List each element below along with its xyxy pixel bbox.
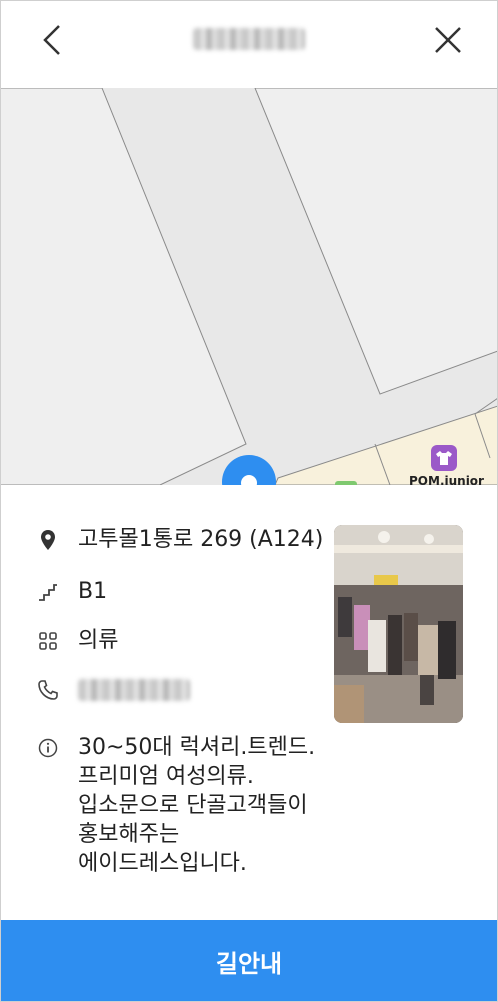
info-icon — [36, 736, 60, 760]
store-tshirt-icon[interactable] — [431, 445, 457, 471]
map-block-right — [254, 88, 498, 395]
redacted-phone[interactable] — [78, 679, 190, 701]
header-bar — [0, 0, 498, 88]
phone-row[interactable] — [36, 675, 190, 702]
store-name-title — [0, 28, 498, 56]
stairs-icon — [36, 580, 60, 604]
pin-center-dot — [241, 475, 257, 485]
address-text: 고투몰1통로 269 (A124) — [78, 527, 324, 552]
indoor-map[interactable]: POM.junior — [0, 88, 498, 485]
phone-icon — [36, 678, 60, 702]
address-row: 고투몰1통로 269 (A124) — [36, 525, 323, 555]
floor-row: B1 — [36, 577, 107, 607]
floor-text: B1 — [78, 579, 108, 604]
redacted-title — [193, 28, 305, 50]
category-grid-icon — [36, 629, 60, 653]
store-info-panel: 고투몰1통로 269 (A124) B1 의류 30~50대 럭셔리.트렌드. … — [0, 485, 498, 920]
store-map-label[interactable]: POM.junior — [409, 474, 484, 485]
category-text: 의류 — [78, 628, 119, 653]
map-floorplan — [0, 88, 498, 485]
close-icon — [435, 27, 461, 53]
description-row: 30~50대 럭셔리.트렌드. 프리미엄 여성의류. 입소문으로 단골고객들이 … — [36, 733, 315, 878]
location-pin-icon — [36, 528, 60, 552]
store-photo[interactable] — [334, 525, 463, 723]
store-photo-image — [334, 525, 463, 723]
navigate-button[interactable]: 길안내 — [0, 920, 498, 1002]
close-button[interactable] — [428, 20, 468, 60]
map-block-left — [0, 88, 247, 485]
description-text: 30~50대 럭셔리.트렌드. 프리미엄 여성의류. 입소문으로 단골고객들이 … — [78, 735, 316, 876]
category-row: 의류 — [36, 626, 118, 656]
